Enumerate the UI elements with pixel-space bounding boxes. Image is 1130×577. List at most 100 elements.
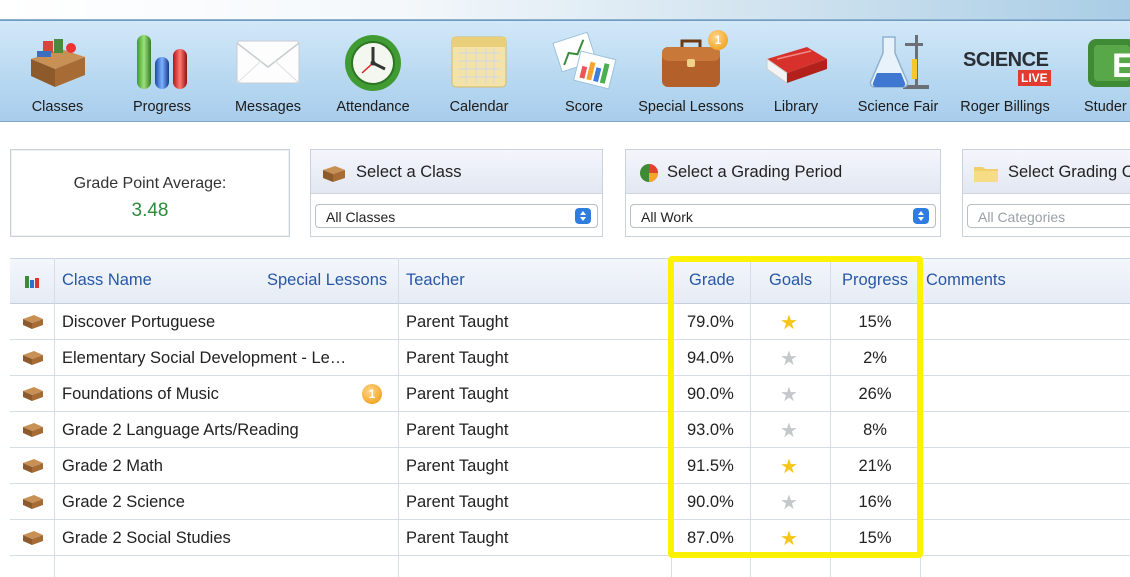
- table-row[interactable]: Grade 2 Social Studies Parent Taught 87.0%…: [10, 520, 1130, 556]
- header-special-lessons[interactable]: Special Lessons: [267, 271, 387, 290]
- class-name-cell[interactable]: Grade 2 Language Arts/Reading: [62, 421, 299, 440]
- toolbar-label: Studer: [1084, 99, 1127, 115]
- column-divider: [398, 258, 399, 577]
- toolbar-item-messages[interactable]: Messages: [224, 21, 312, 121]
- class-name-cell[interactable]: Elementary Social Development - Le…: [62, 349, 346, 368]
- grading-category-header: Select Grading C: [963, 150, 1130, 194]
- app-window: Classes Progress Messages Attendance Cal…: [0, 0, 1130, 577]
- toolbar-item-roger-billings[interactable]: SCIENCE LIVE Roger Billings: [950, 21, 1060, 121]
- teacher-cell: Parent Taught: [406, 385, 509, 403]
- toolbar-item-progress[interactable]: Progress: [118, 21, 206, 121]
- toolbar-label: Calendar: [449, 99, 509, 115]
- toolbar-item-science-fair[interactable]: Science Fair: [852, 21, 944, 121]
- class-select[interactable]: All Classes: [315, 204, 598, 228]
- gpa-value: 3.48: [131, 200, 169, 221]
- grading-category-value: All Categories: [978, 209, 1066, 225]
- classes-table: Class Name Special Lessons Teacher Grade…: [10, 258, 1130, 577]
- logo-sub: LIVE: [1018, 70, 1051, 86]
- grading-period-title: Select a Grading Period: [667, 163, 843, 181]
- class-filter-title: Select a Class: [356, 163, 462, 181]
- table-row[interactable]: Grade 2 Science Parent Taught 90.0% ★ 16%: [10, 484, 1130, 520]
- toolbar-label: Library: [773, 99, 819, 115]
- class-box-icon: [23, 495, 43, 509]
- class-box-icon: [23, 315, 43, 329]
- teacher-cell: Parent Taught: [406, 493, 509, 511]
- class-name-cell[interactable]: Grade 2 Math: [62, 457, 163, 476]
- toolbar-label: Progress: [132, 99, 192, 115]
- teacher-cell: Parent Taught: [406, 529, 509, 547]
- highlight-box: [668, 256, 923, 558]
- grading-category-title: Select Grading C: [1008, 163, 1130, 181]
- notification-badge: 1: [708, 30, 728, 50]
- toolbar-item-special-lessons[interactable]: 1 Special Lessons: [632, 21, 750, 121]
- book-icon: [761, 29, 831, 93]
- grading-period-header: Select a Grading Period: [626, 150, 940, 194]
- gpa-label: Grade Point Average:: [73, 175, 227, 192]
- desk-icon: [23, 29, 93, 93]
- main-toolbar: Classes Progress Messages Attendance Cal…: [0, 20, 1130, 122]
- bar-chart-icon: [25, 276, 39, 288]
- class-name-cell[interactable]: Grade 2 Social Studies: [62, 529, 231, 548]
- calendar-icon: [444, 29, 514, 93]
- header-teacher[interactable]: Teacher: [406, 271, 465, 290]
- header-comments[interactable]: Comments: [926, 271, 1006, 290]
- table-row[interactable]: Discover Portuguese Parent Taught 79.0% ★ 15…: [10, 304, 1130, 340]
- toolbar-label: Science Fair: [857, 99, 939, 115]
- class-box-icon: [23, 531, 43, 545]
- teacher-cell: Parent Taught: [406, 421, 509, 439]
- grading-period-value: All Work: [641, 209, 693, 225]
- toolbar-item-classes[interactable]: Classes: [15, 21, 100, 121]
- science-live-logo: SCIENCE LIVE: [955, 29, 1055, 93]
- select-arrows-icon: [575, 208, 591, 224]
- grading-period-filter: Select a Grading Period All Work: [625, 149, 941, 237]
- toolbar-item-score[interactable]: Score: [540, 21, 628, 121]
- clock-icon: [338, 29, 408, 93]
- toolbar-label: Special Lessons: [638, 99, 744, 115]
- class-name-cell[interactable]: Grade 2 Science: [62, 493, 185, 512]
- logo-text: SCIENCE: [963, 49, 1049, 71]
- class-name-cell[interactable]: Discover Portuguese: [62, 313, 215, 332]
- student-icon: E: [1074, 29, 1130, 93]
- class-box-icon: [23, 423, 43, 437]
- pie-icon: [640, 164, 658, 182]
- column-divider: [54, 258, 55, 577]
- toolbar-item-library[interactable]: Library: [755, 21, 837, 121]
- toolbar-label: Messages: [234, 99, 302, 115]
- folder-icon: [974, 167, 998, 182]
- grading-category-filter: Select Grading C All Categories: [962, 149, 1130, 237]
- toolbar-label: Roger Billings: [960, 99, 1050, 115]
- table-row[interactable]: Foundations of Music Parent Taught 90.0% ★ 2…: [10, 376, 1130, 412]
- teacher-cell: Parent Taught: [406, 349, 509, 367]
- table-row[interactable]: Grade 2 Language Arts/Reading Parent Taug…: [10, 412, 1130, 448]
- toolbar-label: Attendance: [336, 99, 410, 115]
- gpa-panel: Grade Point Average: 3.48: [10, 149, 290, 237]
- flask-icon: [863, 29, 933, 93]
- svg-text:E: E: [1112, 47, 1130, 85]
- grading-period-select[interactable]: All Work: [630, 204, 936, 228]
- toolbar-item-calendar[interactable]: Calendar: [437, 21, 521, 121]
- class-filter: Select a Class All Classes: [310, 149, 603, 237]
- bar-chart-icon: [127, 29, 197, 93]
- class-box-icon: [23, 459, 43, 473]
- toolbar-item-attendance[interactable]: Attendance: [328, 21, 418, 121]
- class-select-value: All Classes: [326, 209, 396, 225]
- header-class-name[interactable]: Class Name: [62, 271, 152, 290]
- table-header: Class Name Special Lessons Teacher Grade…: [10, 258, 1130, 304]
- grading-category-select[interactable]: All Categories: [967, 204, 1130, 228]
- table-row[interactable]: Elementary Social Development - Le… Paren…: [10, 340, 1130, 376]
- table-row[interactable]: Grade 2 Math Parent Taught 91.5% ★ 21%: [10, 448, 1130, 484]
- special-lesson-badge[interactable]: 1: [362, 384, 382, 404]
- table-row-empty: [10, 556, 1130, 577]
- toolbar-item-student[interactable]: E Studer: [1074, 21, 1130, 121]
- charts-icon: [549, 29, 619, 93]
- class-name-cell[interactable]: Foundations of Music: [62, 385, 219, 404]
- toolbar-label: Classes: [31, 99, 84, 115]
- class-box-icon: [23, 351, 43, 365]
- teacher-cell: Parent Taught: [406, 457, 509, 475]
- select-arrows-icon: [913, 208, 929, 224]
- briefcase-icon: 1: [656, 29, 728, 93]
- top-bar: [0, 0, 1130, 20]
- class-box-icon: [323, 166, 345, 182]
- envelope-icon: [233, 29, 303, 93]
- toolbar-label: Score: [565, 99, 603, 115]
